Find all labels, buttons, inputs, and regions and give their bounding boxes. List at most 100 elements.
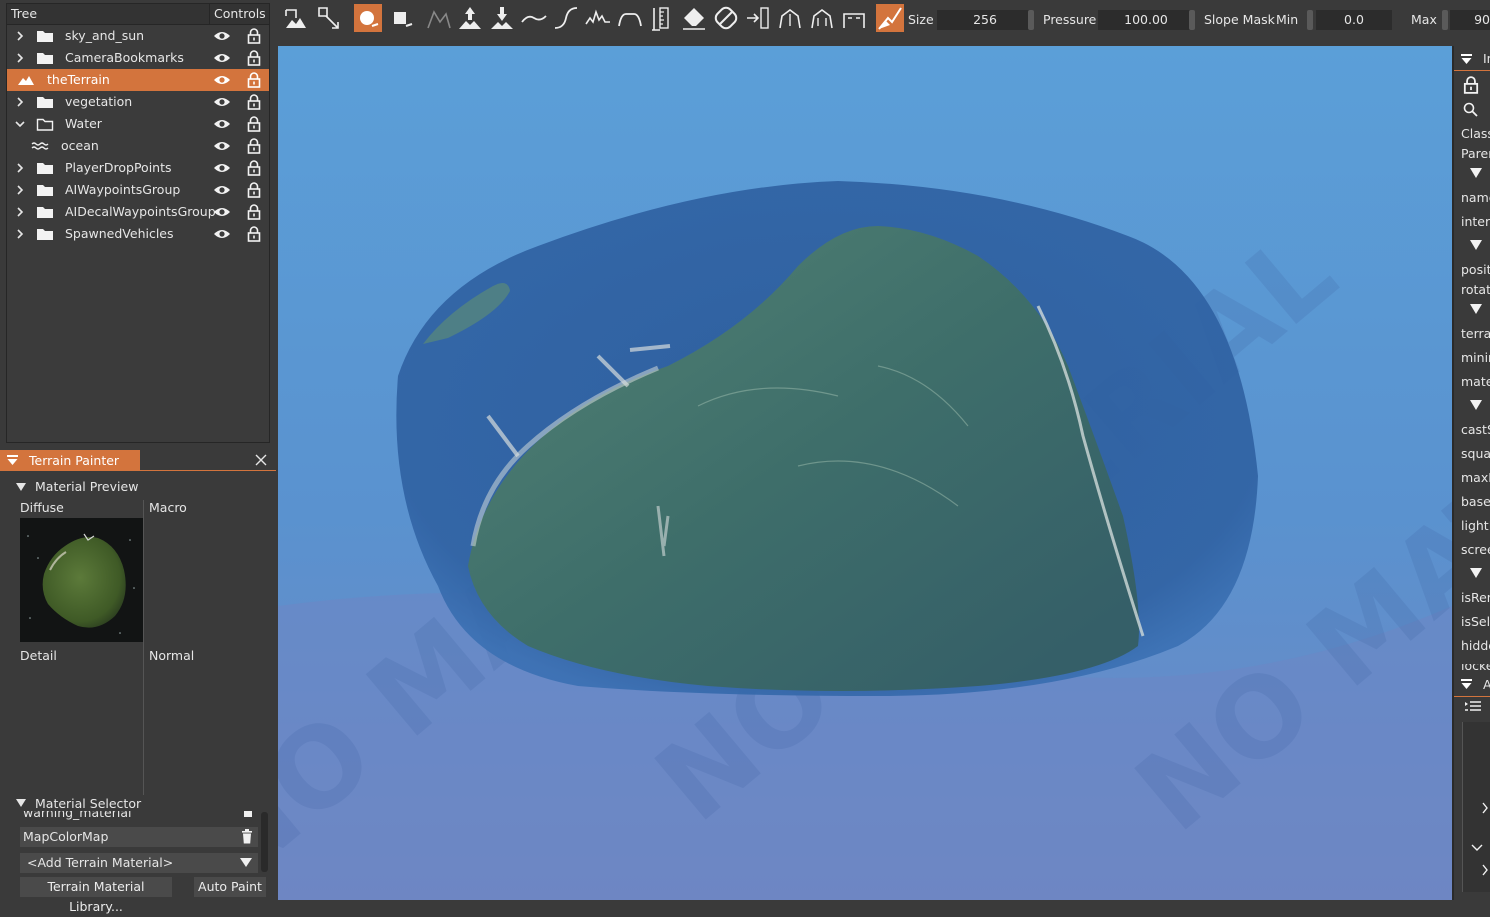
collapse-icon[interactable]	[6, 454, 19, 467]
lock-icon[interactable]	[247, 28, 261, 44]
chevron-right-icon[interactable]	[13, 47, 27, 69]
eye-icon[interactable]	[213, 162, 231, 174]
pressure-field[interactable]: 100.00	[1098, 10, 1194, 30]
tree-item-label: vegetation	[65, 94, 133, 109]
tree-item-ocean[interactable]: ocean	[7, 135, 269, 157]
adjust-height-icon[interactable]	[744, 4, 772, 32]
smooth-slope-icon[interactable]	[552, 4, 580, 32]
eye-icon[interactable]	[213, 74, 231, 86]
tree-item-player-drop-points[interactable]: PlayerDropPoints	[7, 157, 269, 179]
list-menu-icon[interactable]	[1464, 700, 1482, 714]
tree-item-ai-waypoints-group[interactable]: AIWaypointsGroup	[7, 179, 269, 201]
lock-icon[interactable]	[247, 50, 261, 66]
material-item-mapcolormap[interactable]: MapColorMap	[20, 827, 258, 847]
eye-icon[interactable]	[213, 30, 231, 42]
lock-icon[interactable]	[247, 226, 261, 242]
collapse-arrow-icon[interactable]	[1470, 240, 1482, 250]
paint-material-tool-button[interactable]	[876, 4, 904, 32]
slope-min-slider-handle[interactable]	[1307, 10, 1313, 30]
raise-lower-icon[interactable]	[424, 4, 452, 32]
material-preview-header[interactable]: Material Preview	[35, 479, 138, 494]
chevron-right-icon[interactable]	[13, 157, 27, 179]
search-icon[interactable]	[1463, 102, 1478, 117]
select-move-icon[interactable]	[314, 4, 342, 32]
tree-item-spawned-vehicles[interactable]: SpawnedVehicles	[7, 223, 269, 245]
smooth-icon[interactable]	[520, 4, 548, 32]
collapse-arrow-icon[interactable]	[1470, 168, 1482, 178]
material-list-scrollbar[interactable]	[261, 812, 268, 872]
lower-height-icon[interactable]	[488, 4, 516, 32]
eye-icon[interactable]	[213, 96, 231, 108]
lock-icon[interactable]	[1463, 76, 1479, 94]
collapse-arrow-icon[interactable]	[1470, 304, 1482, 314]
collapse-arrow-icon[interactable]	[16, 798, 26, 808]
paint-square-icon[interactable]	[388, 4, 416, 32]
lock-icon[interactable]	[247, 204, 261, 220]
tree-column-header[interactable]: Tree	[7, 4, 210, 24]
eye-icon[interactable]	[213, 228, 231, 240]
lock-icon[interactable]	[247, 138, 261, 154]
controls-column-header[interactable]: Controls	[210, 4, 266, 24]
lock-icon[interactable]	[247, 72, 261, 88]
collapse-icon[interactable]	[1460, 678, 1473, 691]
mountain-tool-c-icon[interactable]	[840, 4, 868, 32]
chevron-right-icon[interactable]	[13, 179, 27, 201]
mountain-tool-a-icon[interactable]	[776, 4, 804, 32]
terrain-material-library-button[interactable]: Terrain Material Library...	[20, 877, 172, 914]
slope-max-slider-handle[interactable]	[1442, 10, 1448, 30]
tree-item-label: sky_and_sun	[65, 28, 145, 43]
inspector-tab-label[interactable]: In	[1483, 51, 1490, 66]
chevron-right-icon[interactable]	[13, 201, 27, 223]
tree-item-the-terrain[interactable]: theTerrain	[7, 69, 269, 91]
close-icon[interactable]	[255, 454, 267, 466]
tree-item-camera-bookmarks[interactable]: CameraBookmarks	[7, 47, 269, 69]
mountain-tool-b-icon[interactable]	[808, 4, 836, 32]
eraser-icon[interactable]	[680, 4, 708, 32]
eye-icon[interactable]	[213, 184, 231, 196]
select-terrain-icon[interactable]	[282, 4, 310, 32]
auto-paint-button[interactable]: Auto Paint	[194, 877, 266, 897]
chevron-right-icon[interactable]	[13, 91, 27, 113]
lock-icon[interactable]	[247, 182, 261, 198]
eye-icon[interactable]	[213, 206, 231, 218]
paint-brush-tool-button[interactable]	[354, 4, 382, 32]
delete-icon[interactable]	[242, 811, 254, 821]
lock-icon[interactable]	[247, 116, 261, 132]
lock-icon[interactable]	[247, 94, 261, 110]
collapse-arrow-icon[interactable]	[1470, 568, 1482, 578]
eye-icon[interactable]	[213, 118, 231, 130]
tree-item-ai-decal-waypoints-group[interactable]: AIDecalWaypointsGroup	[7, 201, 269, 223]
size-slider-handle[interactable]	[1028, 10, 1034, 30]
lower-panel-tab-label[interactable]: A	[1483, 677, 1490, 692]
chevron-right-icon[interactable]	[13, 25, 27, 47]
eye-icon[interactable]	[213, 52, 231, 64]
tree-item-vegetation[interactable]: vegetation	[7, 91, 269, 113]
chevron-right-icon[interactable]	[1481, 864, 1489, 876]
3d-viewport[interactable]: NO MATERIAL NO MATERIAL NO MATERIAL	[278, 46, 1452, 900]
flatten-icon[interactable]	[616, 4, 644, 32]
set-height-icon[interactable]	[648, 4, 676, 32]
collapse-arrow-icon[interactable]	[16, 482, 26, 492]
tree-item-water[interactable]: Water	[7, 113, 269, 135]
raise-height-icon[interactable]	[456, 4, 484, 32]
tree-item-sky-and-sun[interactable]: sky_and_sun	[7, 25, 269, 47]
trash-icon[interactable]	[241, 829, 253, 844]
chevron-right-icon[interactable]	[1481, 802, 1489, 814]
size-field[interactable]: 256	[937, 10, 1033, 30]
pressure-slider-handle[interactable]	[1189, 10, 1195, 30]
lock-icon[interactable]	[247, 160, 261, 176]
slope-max-field[interactable]: 90	[1450, 10, 1490, 30]
material-item-warning[interactable]: warning_material	[20, 811, 258, 823]
chevron-down-icon[interactable]	[13, 113, 27, 135]
clear-terrain-icon[interactable]	[712, 4, 740, 32]
eye-icon[interactable]	[213, 140, 231, 152]
chevron-right-icon[interactable]	[13, 223, 27, 245]
add-terrain-material-dropdown[interactable]: <Add Terrain Material>	[20, 853, 258, 873]
chevron-down-icon[interactable]	[1471, 844, 1483, 852]
slope-min-field[interactable]: 0.0	[1316, 10, 1392, 30]
collapse-arrow-icon[interactable]	[1470, 400, 1482, 410]
material-selector-header[interactable]: Material Selector	[35, 796, 141, 811]
terrain-painter-tab[interactable]: Terrain Painter	[0, 450, 140, 470]
noise-icon[interactable]	[584, 4, 612, 32]
collapse-icon[interactable]	[1460, 53, 1473, 66]
